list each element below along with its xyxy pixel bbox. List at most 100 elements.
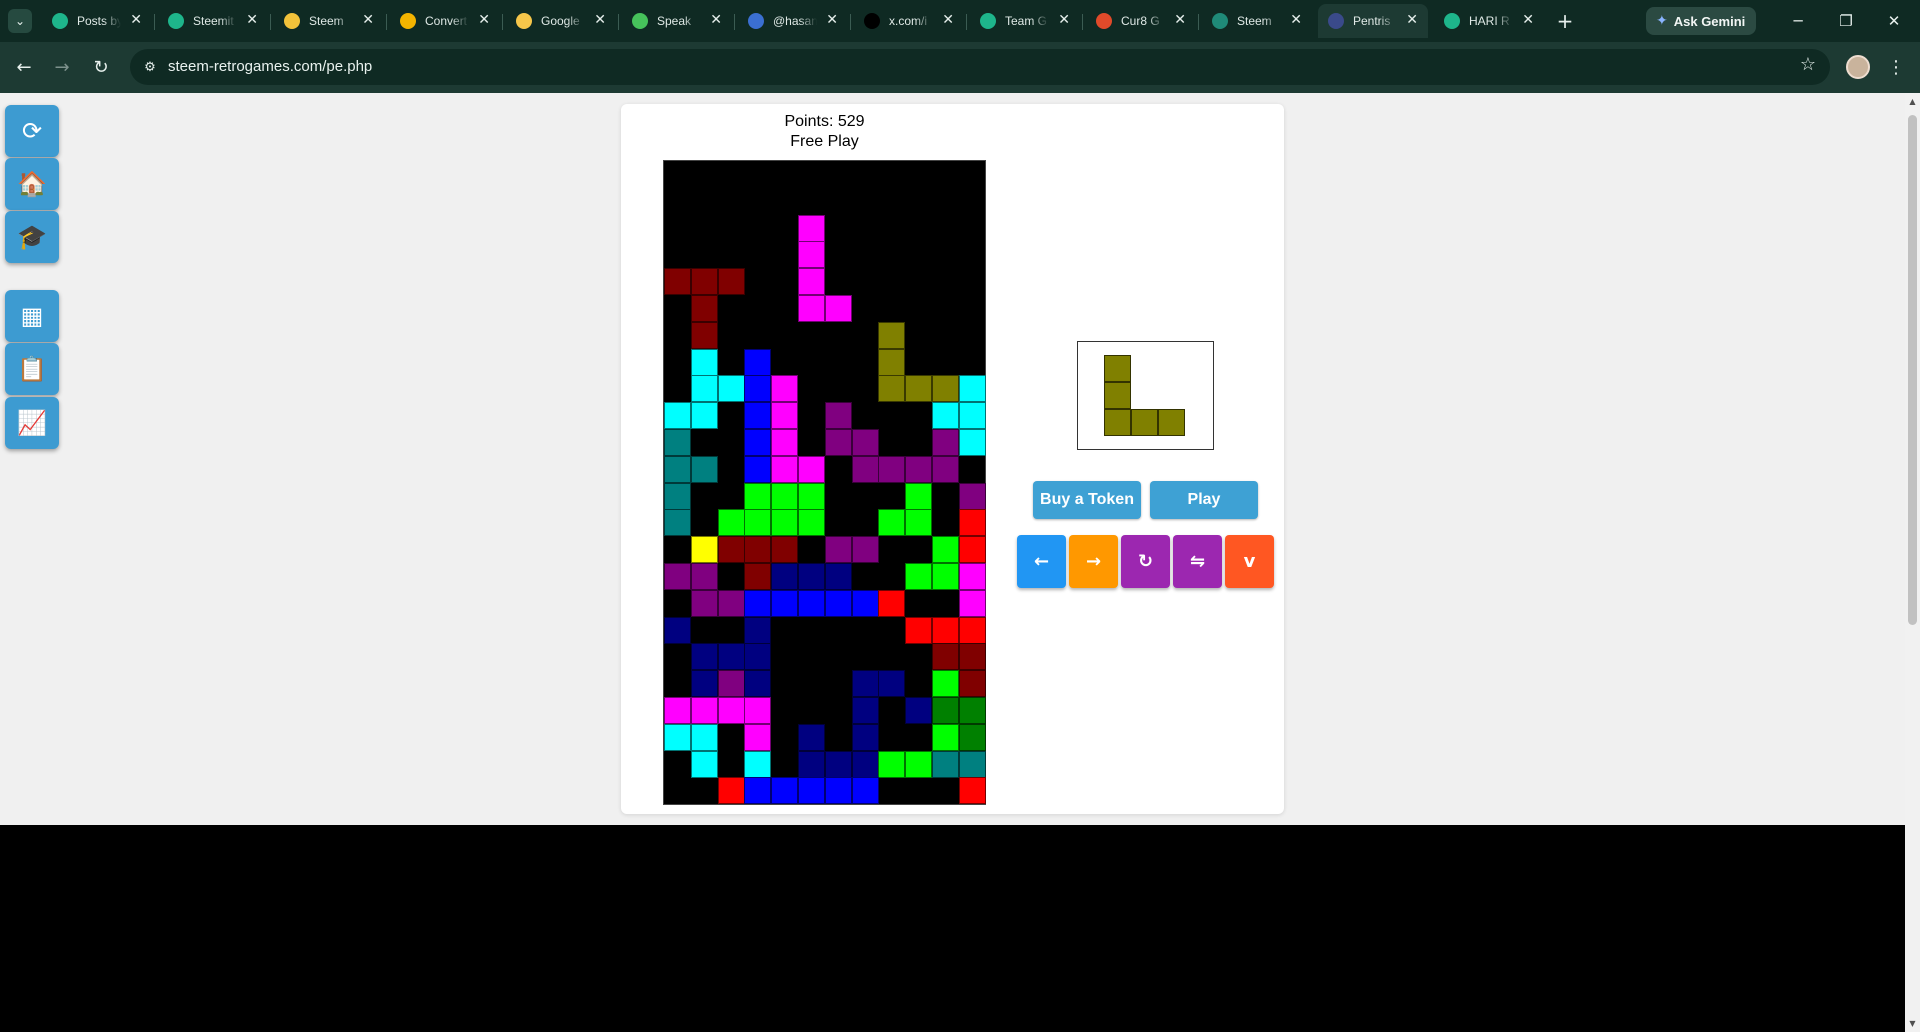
steem-icon [1212, 13, 1228, 29]
ask-gemini-button[interactable]: ✦ Ask Gemini [1646, 7, 1756, 35]
buy-token-button[interactable]: Buy a Token [1033, 481, 1141, 519]
board-block [717, 375, 745, 403]
tab-close-icon[interactable]: ✕ [1522, 12, 1534, 28]
vertical-scrollbar[interactable]: ▲ ▼ [1905, 93, 1920, 1032]
board-block [878, 589, 906, 617]
sidebar-clipboard-button[interactable]: 📋 [5, 343, 59, 395]
tab-4[interactable]: Google ✕ [506, 4, 616, 38]
tab-close-icon[interactable]: ✕ [942, 12, 954, 28]
board-block [744, 670, 772, 698]
tab-11[interactable]: Pentris ✕ [1318, 4, 1428, 38]
board-block [690, 697, 718, 724]
play-button[interactable]: Play [1150, 481, 1258, 519]
board-block [958, 589, 986, 617]
reload-page-icon[interactable]: ↻ [87, 53, 115, 81]
board-block [851, 750, 879, 778]
tab-title: Steemit [193, 14, 234, 28]
scrollbar-thumb[interactable] [1908, 115, 1917, 625]
browser-toolbar: ← → ↻ ⚙ steem-retrogames.com/pe.php ☆ ⋮ [0, 42, 1920, 93]
browser-chrome: ⌄ Posts by ✕ Steemit ✕ Steem ✕ Convert ✕ Google ✕… [0, 0, 1920, 93]
flip-button[interactable]: ⇋ [1173, 535, 1222, 588]
profile-avatar[interactable] [1846, 55, 1870, 79]
board-block [932, 375, 959, 403]
tab-close-icon[interactable]: ✕ [1174, 12, 1186, 28]
board-block [958, 509, 986, 537]
tab-3[interactable]: Convert ✕ [390, 4, 500, 38]
home-icon: 🏠 [17, 170, 47, 198]
drop-button[interactable]: v [1225, 535, 1274, 588]
tab-close-icon[interactable]: ✕ [1058, 12, 1070, 28]
tab-close-icon[interactable]: ✕ [130, 12, 142, 28]
url-text[interactable]: steem-retrogames.com/pe.php [168, 58, 372, 75]
board-block [905, 509, 933, 537]
site-info-icon[interactable]: ⚙ [138, 55, 162, 79]
tab-search-chevron-icon[interactable]: ⌄ [8, 9, 32, 33]
sidebar-chart-button[interactable]: 📈 [5, 397, 59, 449]
board-block [824, 402, 852, 430]
rotate-button[interactable]: ↻ [1121, 535, 1170, 588]
board-block [744, 777, 772, 805]
tab-close-icon[interactable]: ✕ [710, 12, 722, 28]
tab-close-icon[interactable]: ✕ [1406, 12, 1418, 28]
move-right-button[interactable]: → [1069, 535, 1118, 588]
board-block [932, 697, 959, 724]
sidebar-grid-button[interactable]: ▦ [5, 290, 59, 342]
page-blank-area [0, 825, 1905, 1032]
board-block [905, 375, 933, 403]
pentris-icon [1328, 13, 1344, 29]
board-block [771, 455, 799, 483]
tab-title: @hasan [773, 14, 817, 28]
scroll-up-icon[interactable]: ▲ [1908, 97, 1917, 106]
tab-0[interactable]: Posts by ✕ [42, 4, 152, 38]
board-block [798, 455, 825, 483]
board-block [717, 268, 745, 296]
sidebar-reload-button[interactable]: ⟳ [5, 105, 59, 157]
tab-close-icon[interactable]: ✕ [362, 12, 374, 28]
board-block [851, 697, 879, 724]
tab-12[interactable]: HARI R ✕ [1434, 4, 1544, 38]
board-block [771, 509, 799, 537]
tab-9[interactable]: Cur8 G ✕ [1086, 4, 1196, 38]
board-block [958, 616, 986, 644]
game-board [663, 160, 986, 805]
tab-1[interactable]: Steemit ✕ [158, 4, 268, 38]
tab-5[interactable]: Speak ✕ [622, 4, 732, 38]
tab-title: Cur8 G [1121, 14, 1160, 28]
tab-10[interactable]: Steem ✕ [1202, 4, 1312, 38]
address-bar[interactable]: ⚙ steem-retrogames.com/pe.php ☆ [130, 49, 1830, 85]
back-arrow-icon[interactable]: ← [10, 53, 38, 81]
board-block [771, 777, 799, 805]
close-window-icon[interactable]: ✕ [1874, 8, 1914, 34]
tab-title: Google [541, 14, 580, 28]
tab-2[interactable]: Steem ✕ [274, 4, 384, 38]
board-block [851, 670, 879, 698]
sidebar-graduation-cap-button[interactable]: 🎓 [5, 211, 59, 263]
tab-close-icon[interactable]: ✕ [1290, 12, 1302, 28]
minimize-icon[interactable]: ─ [1778, 8, 1818, 34]
tab-7[interactable]: x.com/i ✕ [854, 4, 964, 38]
new-tab-plus-icon[interactable]: + [1553, 9, 1577, 33]
bookmark-star-icon[interactable]: ☆ [1800, 54, 1816, 75]
tab-8[interactable]: Team G ✕ [970, 4, 1080, 38]
board-block [664, 697, 691, 724]
cur8-icon [1096, 13, 1112, 29]
board-block [664, 616, 691, 644]
scroll-down-icon[interactable]: ▼ [1908, 1019, 1917, 1028]
sidebar-home-button[interactable]: 🏠 [5, 158, 59, 210]
tab-close-icon[interactable]: ✕ [826, 12, 838, 28]
board-block [878, 750, 906, 778]
board-block [851, 777, 879, 805]
tab-close-icon[interactable]: ✕ [478, 12, 490, 28]
move-left-button[interactable]: ← [1017, 535, 1066, 588]
more-menu-icon[interactable]: ⋮ [1886, 54, 1906, 80]
points-display: Points: 529 [784, 113, 865, 130]
forward-arrow-icon[interactable]: → [48, 53, 76, 81]
tab-6[interactable]: @hasan ✕ [738, 4, 848, 38]
tab-close-icon[interactable]: ✕ [246, 12, 258, 28]
tab-close-icon[interactable]: ✕ [594, 12, 606, 28]
restore-icon[interactable]: ❐ [1826, 8, 1866, 34]
board-block [771, 563, 799, 590]
board-block [798, 777, 825, 805]
board-block [690, 723, 718, 751]
board-block [798, 723, 825, 751]
